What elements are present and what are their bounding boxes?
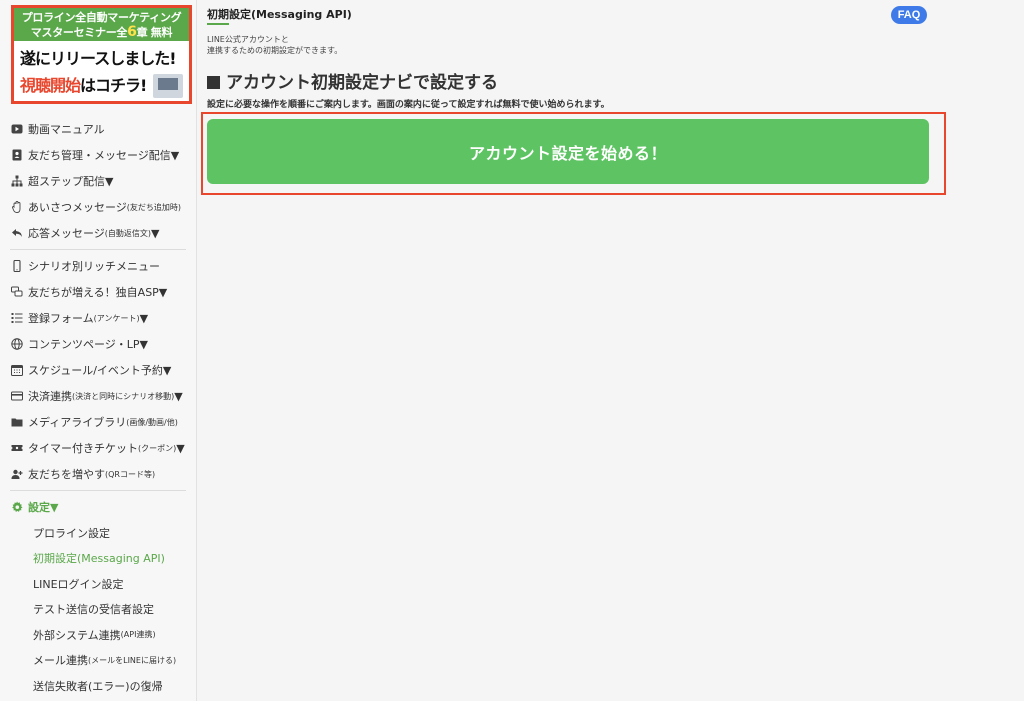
seminar-banner[interactable]: プロライン全自動マーケティング マスターセミナー全6章 無料 遂にリリースしまし… (11, 5, 192, 104)
sidebar-sub-proline-settings[interactable]: プロライン設定 (0, 520, 196, 546)
banner-header: プロライン全自動マーケティング マスターセミナー全6章 無料 (14, 8, 189, 41)
nav-divider (10, 249, 186, 250)
folder-icon (10, 416, 24, 428)
laptop-illustration-icon (153, 74, 183, 98)
app-window: プロライン全自動マーケティング マスターセミナー全6章 無料 遂にリリースしまし… (0, 0, 1024, 701)
user-plus-icon (10, 468, 24, 480)
sidebar-item-schedule[interactable]: スケジュール/イベント予約▼ (0, 357, 196, 383)
sidebar-sub-line-login[interactable]: LINEログイン設定 (0, 571, 196, 597)
credit-card-icon (10, 390, 24, 402)
sidebar-item-media-library[interactable]: メディアライブラリ (画像/動画/他) (0, 409, 196, 435)
banner-top-line1: プロライン全自動マーケティング (21, 11, 182, 24)
instruction-text: 設定に必要な操作を順番にご案内します。画面の案内に従って設定すれば無料で使い始め… (207, 100, 610, 110)
chat-icon (10, 286, 24, 298)
sidebar-nav: 動画マニュアル 友だち管理・メッセージ配信▼ 超ステップ配信▼ あいさつメッセー… (0, 116, 196, 699)
sidebar-item-content-pages[interactable]: コンテンツページ・LP▼ (0, 331, 196, 357)
list-icon (10, 312, 24, 324)
faq-button[interactable]: FAQ (891, 6, 927, 24)
contact-book-icon (10, 149, 24, 161)
sidebar-item-registration-form[interactable]: 登録フォーム (アンケート) ▼ (0, 305, 196, 331)
globe-icon (10, 338, 24, 350)
section-heading: アカウント初期設定ナビで設定する (207, 68, 498, 93)
sidebar-item-settings[interactable]: 設定▼ (0, 494, 196, 520)
sidebar-sub-messaging-api[interactable]: 初期設定(Messaging API) (0, 546, 196, 572)
sidebar-item-auto-reply[interactable]: 応答メッセージ (自動返信文) ▼ (0, 220, 196, 246)
banner-chapter-count: 6 (127, 24, 137, 40)
sidebar-item-step-delivery[interactable]: 超ステップ配信▼ (0, 168, 196, 194)
sidebar-item-payment[interactable]: 決済連携 (決済と同時にシナリオ移動) ▼ (0, 383, 196, 409)
banner-top-line2: マスターセミナー全6章 無料 (30, 24, 173, 40)
sidebar-sub-test-recipients[interactable]: テスト送信の受信者設定 (0, 597, 196, 623)
gear-icon (10, 501, 24, 513)
sidebar-item-asp[interactable]: 友だちが増える！独自ASP▼ (0, 279, 196, 305)
nav-divider (10, 490, 186, 491)
play-icon (10, 123, 24, 135)
sidebar-item-friends-messages[interactable]: 友だち管理・メッセージ配信▼ (0, 142, 196, 168)
sidebar: プロライン全自動マーケティング マスターセミナー全6章 無料 遂にリリースしまし… (0, 0, 197, 701)
sidebar-item-rich-menu[interactable]: シナリオ別リッチメニュー (0, 253, 196, 279)
sidebar-item-add-friends[interactable]: 友だちを増やす (QRコード等) (0, 461, 196, 487)
sidebar-sub-external-systems[interactable]: 外部システム連携 (API連携) (0, 622, 196, 648)
banner-body: 遂にリリースしました! 視聴開始はコチラ! (14, 41, 189, 101)
reply-icon (10, 227, 24, 239)
sidebar-item-video-manual[interactable]: 動画マニュアル (0, 116, 196, 142)
banner-release-text: 遂にリリースしました! (20, 49, 177, 68)
calendar-icon (10, 364, 24, 376)
main-content: 初期設定(Messaging API) LINE公式アカウントと 連携するための… (197, 0, 1024, 701)
sidebar-sub-error-recovery[interactable]: 送信失敗者(エラー)の復帰 (0, 673, 196, 699)
ticket-icon (10, 442, 24, 454)
sidebar-item-greeting-message[interactable]: あいさつメッセージ (友だち追加時) (0, 194, 196, 220)
page-title: 初期設定(Messaging API) (207, 8, 352, 21)
start-account-setup-button[interactable]: アカウント設定を始める！ (207, 119, 929, 184)
hand-icon (10, 201, 24, 213)
sitemap-icon (10, 175, 24, 187)
square-bullet-icon (207, 76, 220, 89)
title-underline (207, 23, 229, 25)
sidebar-sub-email-integration[interactable]: メール連携 (メールをLINEに届ける) (0, 648, 196, 674)
sidebar-item-ticket[interactable]: タイマー付きチケット (クーポン) ▼ (0, 435, 196, 461)
page-description: LINE公式アカウントと 連携するための初期設定ができます。 (207, 35, 343, 55)
mobile-icon (10, 260, 24, 272)
